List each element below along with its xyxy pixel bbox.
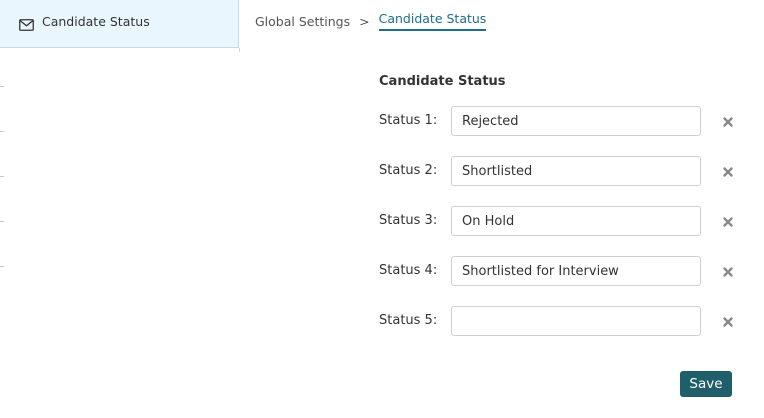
breadcrumb-global-settings[interactable]: Global Settings (255, 14, 350, 29)
page: Candidate Status Global Settings > Candi… (0, 0, 764, 418)
close-icon[interactable] (721, 114, 735, 128)
close-icon[interactable] (721, 314, 735, 328)
close-icon[interactable] (721, 164, 735, 178)
save-button[interactable]: Save (680, 371, 732, 397)
sidebar-item-candidate-status[interactable]: Candidate Status (0, 0, 239, 48)
breadcrumb-separator: > (359, 13, 370, 29)
status-row-5: Status 5: (379, 306, 739, 336)
breadcrumb-candidate-status: Candidate Status (378, 11, 487, 31)
status-input-1[interactable] (451, 106, 701, 136)
section-title: Candidate Status (379, 74, 506, 89)
sidebar-separator (0, 221, 4, 222)
close-icon[interactable] (721, 214, 735, 228)
sidebar-separator (0, 266, 4, 267)
status-row-1: Status 1: (379, 106, 739, 136)
status-input-2[interactable] (451, 156, 701, 186)
status-row-4: Status 4: (379, 256, 739, 286)
status-input-4[interactable] (451, 256, 701, 286)
status-label: Status 3: (379, 213, 438, 228)
status-label: Status 1: (379, 113, 438, 128)
status-label: Status 5: (379, 313, 438, 328)
status-label: Status 4: (379, 263, 438, 278)
sidebar-separator (0, 131, 4, 132)
sidebar-separator (0, 86, 4, 87)
status-row-3: Status 3: (379, 206, 739, 236)
close-icon[interactable] (721, 264, 735, 278)
status-input-3[interactable] (451, 206, 701, 236)
status-label: Status 2: (379, 163, 438, 178)
status-input-5[interactable] (451, 306, 701, 336)
status-row-2: Status 2: (379, 156, 739, 186)
sidebar: Candidate Status (0, 0, 240, 418)
breadcrumb: Global Settings > Candidate Status (255, 11, 487, 31)
sidebar-separator (0, 176, 4, 177)
sidebar-divider (239, 48, 240, 52)
envelope-icon (19, 16, 34, 31)
sidebar-item-label: Candidate Status (42, 14, 150, 29)
